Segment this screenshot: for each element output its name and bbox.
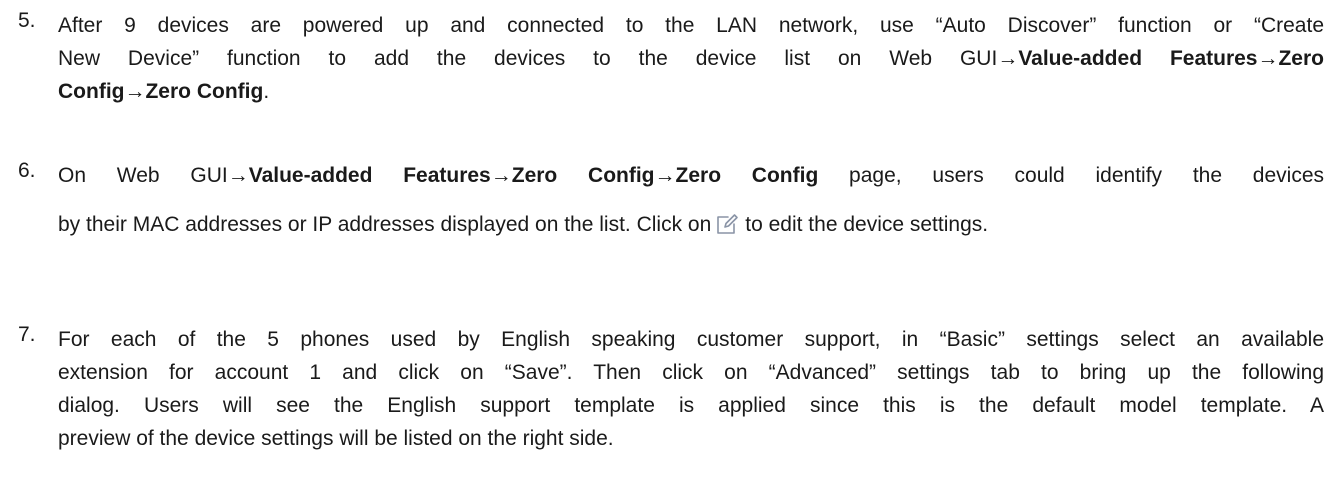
item-number: 6. bbox=[18, 159, 36, 182]
text-fragment: to edit the device settings. bbox=[745, 213, 989, 236]
menu-path-bold: Zero Config bbox=[511, 164, 655, 187]
arrow-glyph: → bbox=[124, 80, 146, 103]
menu-path-bold: Zero Config bbox=[675, 164, 819, 187]
text-line: by their MAC addresses or IP addresses d… bbox=[58, 208, 1324, 245]
text-line: dialog. Users will see the English suppo… bbox=[58, 394, 1324, 417]
arrow-glyph: → bbox=[227, 164, 249, 187]
text-line: preview of the device settings will be l… bbox=[58, 427, 614, 450]
item-text: For each of the 5 phones used by English… bbox=[58, 323, 1324, 455]
text-fragment: New Device” function to add the devices … bbox=[58, 47, 998, 70]
arrow-glyph: → bbox=[1257, 47, 1279, 70]
arrow-glyph: → bbox=[490, 164, 512, 187]
text-fragment: by their MAC addresses or IP addresses d… bbox=[58, 213, 712, 236]
text-line: Config→Zero Config. bbox=[58, 75, 1324, 108]
item-text: On Web GUI→Value-added Features→Zero Con… bbox=[58, 159, 1324, 245]
item-text: After 9 devices are powered up and conne… bbox=[58, 9, 1324, 108]
text-line: For each of the 5 phones used by English… bbox=[58, 328, 1324, 351]
menu-path-bold: Value-added Features bbox=[1018, 47, 1258, 70]
list-item-5: 5. After 9 devices are powered up and co… bbox=[18, 9, 1324, 108]
text-fragment: page, users could identify the devices bbox=[818, 164, 1324, 187]
text-line: New Device” function to add the devices … bbox=[58, 42, 1324, 75]
item-number: 7. bbox=[18, 323, 36, 346]
text-fragment: . bbox=[263, 80, 270, 103]
menu-path-bold: Config bbox=[58, 80, 125, 103]
edit-icon bbox=[715, 212, 739, 245]
arrow-glyph: → bbox=[997, 47, 1019, 70]
text-line: On Web GUI→Value-added Features→Zero Con… bbox=[58, 159, 1324, 192]
item-number: 5. bbox=[18, 9, 36, 32]
list-item-6: 6. On Web GUI→Value-added Features→Zero … bbox=[18, 159, 1324, 245]
list-item-7: 7. For each of the 5 phones used by Engl… bbox=[18, 323, 1324, 455]
text-line: After 9 devices are powered up and conne… bbox=[58, 14, 1324, 37]
menu-path-bold: Zero bbox=[1278, 47, 1324, 70]
text-fragment: On Web GUI bbox=[58, 164, 228, 187]
text-line: extension for account 1 and click on “Sa… bbox=[58, 361, 1324, 384]
arrow-glyph: → bbox=[654, 164, 676, 187]
menu-path-bold: Zero Config bbox=[145, 80, 264, 103]
menu-path-bold: Value-added Features bbox=[248, 164, 491, 187]
